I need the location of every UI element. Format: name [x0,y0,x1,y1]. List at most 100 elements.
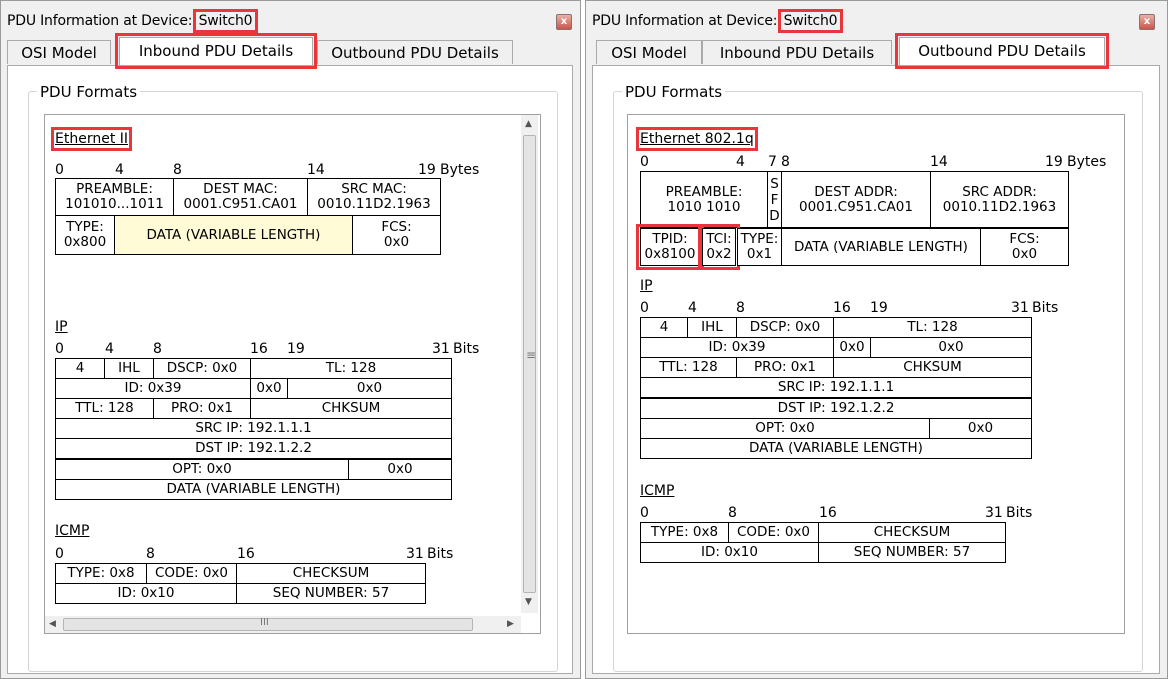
fcs-field: FCS: 0x0 [980,228,1069,266]
type-field: TYPE: 0x1 [737,228,782,266]
field-label: SRC MAC: [341,181,407,197]
bit-offset: 8 [736,300,745,316]
field-label: SRC ADDR: [962,183,1037,200]
byte-offset: 4 [736,154,745,170]
unit-label: Bits [427,546,454,562]
ip-ihl: IHL [104,358,154,379]
icmp-id: ID: 0x10 [640,542,819,563]
field-value: 0001.C951.CA01 [183,196,298,212]
ip-ttl: TTL: 128 [640,357,737,378]
field-label: TYPE: [66,219,104,235]
icmp-code: CODE: 0x0 [728,522,819,543]
ethernet-title: Ethernet II [50,127,133,151]
bit-offset: 0 [640,505,649,521]
byte-offset: 0 [640,154,649,170]
ip-data: DATA (VARIABLE LENGTH) [640,438,1032,459]
byte-offset: 7 [768,154,777,170]
scroll-up-icon[interactable]: ▲ [525,119,532,129]
field-value: 101010...1011 [65,196,164,212]
bit-offset: 19 [287,341,305,357]
bit-offset: 0 [640,300,649,316]
close-icon[interactable]: x [1139,14,1155,30]
horizontal-scrollbar[interactable]: ◀ III ▶ [45,616,521,633]
byte-offset: 8 [173,162,182,178]
icmp-seq: SEQ NUMBER: 57 [818,542,1006,563]
grip-icon: III [260,617,269,628]
group-label: PDU Formats [37,83,141,101]
field-label: DEST ADDR: [814,183,898,200]
ip-padding: 0x0 [348,459,452,480]
unit-label: Bytes [440,162,480,178]
bit-offset: 8 [728,505,737,521]
byte-offset: 0 [55,162,64,178]
ip-protocol: PRO: 0x1 [153,398,251,419]
field-value: 1010 1010 [667,198,741,215]
field-label: DEST MAC: [203,181,278,197]
ip-checksum: CHKSUM [833,357,1032,378]
bit-offset: 16 [833,300,851,316]
field-label: FCS: [381,219,412,235]
icmp-code: CODE: 0x0 [146,563,237,584]
field-letter: F [770,191,779,208]
window-title: PDU Information at Device: Switch0 [7,9,259,33]
bit-offset: 31 [406,546,424,562]
ip-protocol: PRO: 0x1 [736,357,834,378]
tab-inbound-pdu-details[interactable]: Inbound PDU Details [702,40,892,64]
ip-dscp: DSCP: 0x0 [736,317,834,338]
scroll-down-icon[interactable]: ▼ [525,597,532,607]
scroll-thumb-h[interactable]: III [63,617,473,631]
field-label: PREAMBLE: [76,181,153,197]
bit-offset: 4 [688,300,697,316]
field-letter: D [769,207,780,224]
type-field: TYPE: 0x800 [55,215,115,255]
ip-data: DATA (VARIABLE LENGTH) [55,479,452,500]
dest-addr-field: DEST ADDR: 0001.C951.CA01 [781,171,931,228]
tpid-field: TPID: 0x8100 [636,224,704,270]
byte-offset: 19 [1045,154,1063,170]
tab-osi-model[interactable]: OSI Model [7,40,111,64]
ip-version: 4 [55,358,105,379]
tab-outbound-pdu-details[interactable]: Outbound PDU Details [895,33,1109,69]
scroll-right-icon[interactable]: ▶ [507,619,514,629]
pdu-view: Ethernet 802.1q 0 4 7 8 14 19 Bytes PREA… [627,114,1125,634]
icmp-checksum: CHECKSUM [818,522,1006,543]
field-value: 0x1 [746,246,773,262]
data-field: DATA (VARIABLE LENGTH) [781,228,981,266]
vertical-scrollbar[interactable]: ▲ ≡ ▼ [521,115,538,613]
close-icon[interactable]: x [556,14,572,30]
data-field: DATA (VARIABLE LENGTH) [114,215,353,255]
ip-flags: 0x0 [833,337,871,358]
group-label: PDU Formats [622,83,726,101]
sfd-field: S F D [767,171,782,228]
tab-osi-model[interactable]: OSI Model [596,40,702,64]
bit-offset: 19 [870,300,888,316]
unit-label: Bytes [1067,154,1107,170]
bit-offset: 8 [146,546,155,562]
ethernet-title: Ethernet 802.1q [636,127,758,151]
scroll-thumb[interactable]: ≡ [523,135,536,593]
ip-frag-offset: 0x0 [287,378,452,399]
tab-inbound-pdu-details[interactable]: Inbound PDU Details [115,33,317,69]
preamble-field: PREAMBLE: 101010...1011 [55,178,174,216]
byte-offset: 4 [115,162,124,178]
window-title-text: PDU Information at Device: [7,13,193,29]
ip-padding: 0x0 [929,418,1032,439]
bit-offset: 16 [237,546,255,562]
left-pdu-window: PDU Information at Device: Switch0 x OSI… [0,0,581,679]
field-value: 0x2 [706,246,732,262]
icmp-title: ICMP [640,483,675,499]
bit-offset: 0 [55,341,64,357]
src-addr-field: SRC ADDR: 0010.11D2.1963 [930,171,1069,228]
field-value: 0x8100 [644,246,696,262]
grip-icon: ≡ [526,348,537,362]
window-title: PDU Information at Device: Switch0 [592,9,844,33]
ip-frag-offset: 0x0 [870,337,1032,358]
field-value: 0x0 [1011,246,1038,262]
ip-id: ID: 0x39 [640,337,834,358]
ip-ihl: IHL [687,317,737,338]
ip-dscp: DSCP: 0x0 [153,358,251,379]
tab-outbound-pdu-details[interactable]: Outbound PDU Details [317,40,513,64]
device-name: Switch0 [192,9,259,33]
ip-id: ID: 0x39 [55,378,251,399]
scroll-left-icon[interactable]: ◀ [49,619,56,629]
